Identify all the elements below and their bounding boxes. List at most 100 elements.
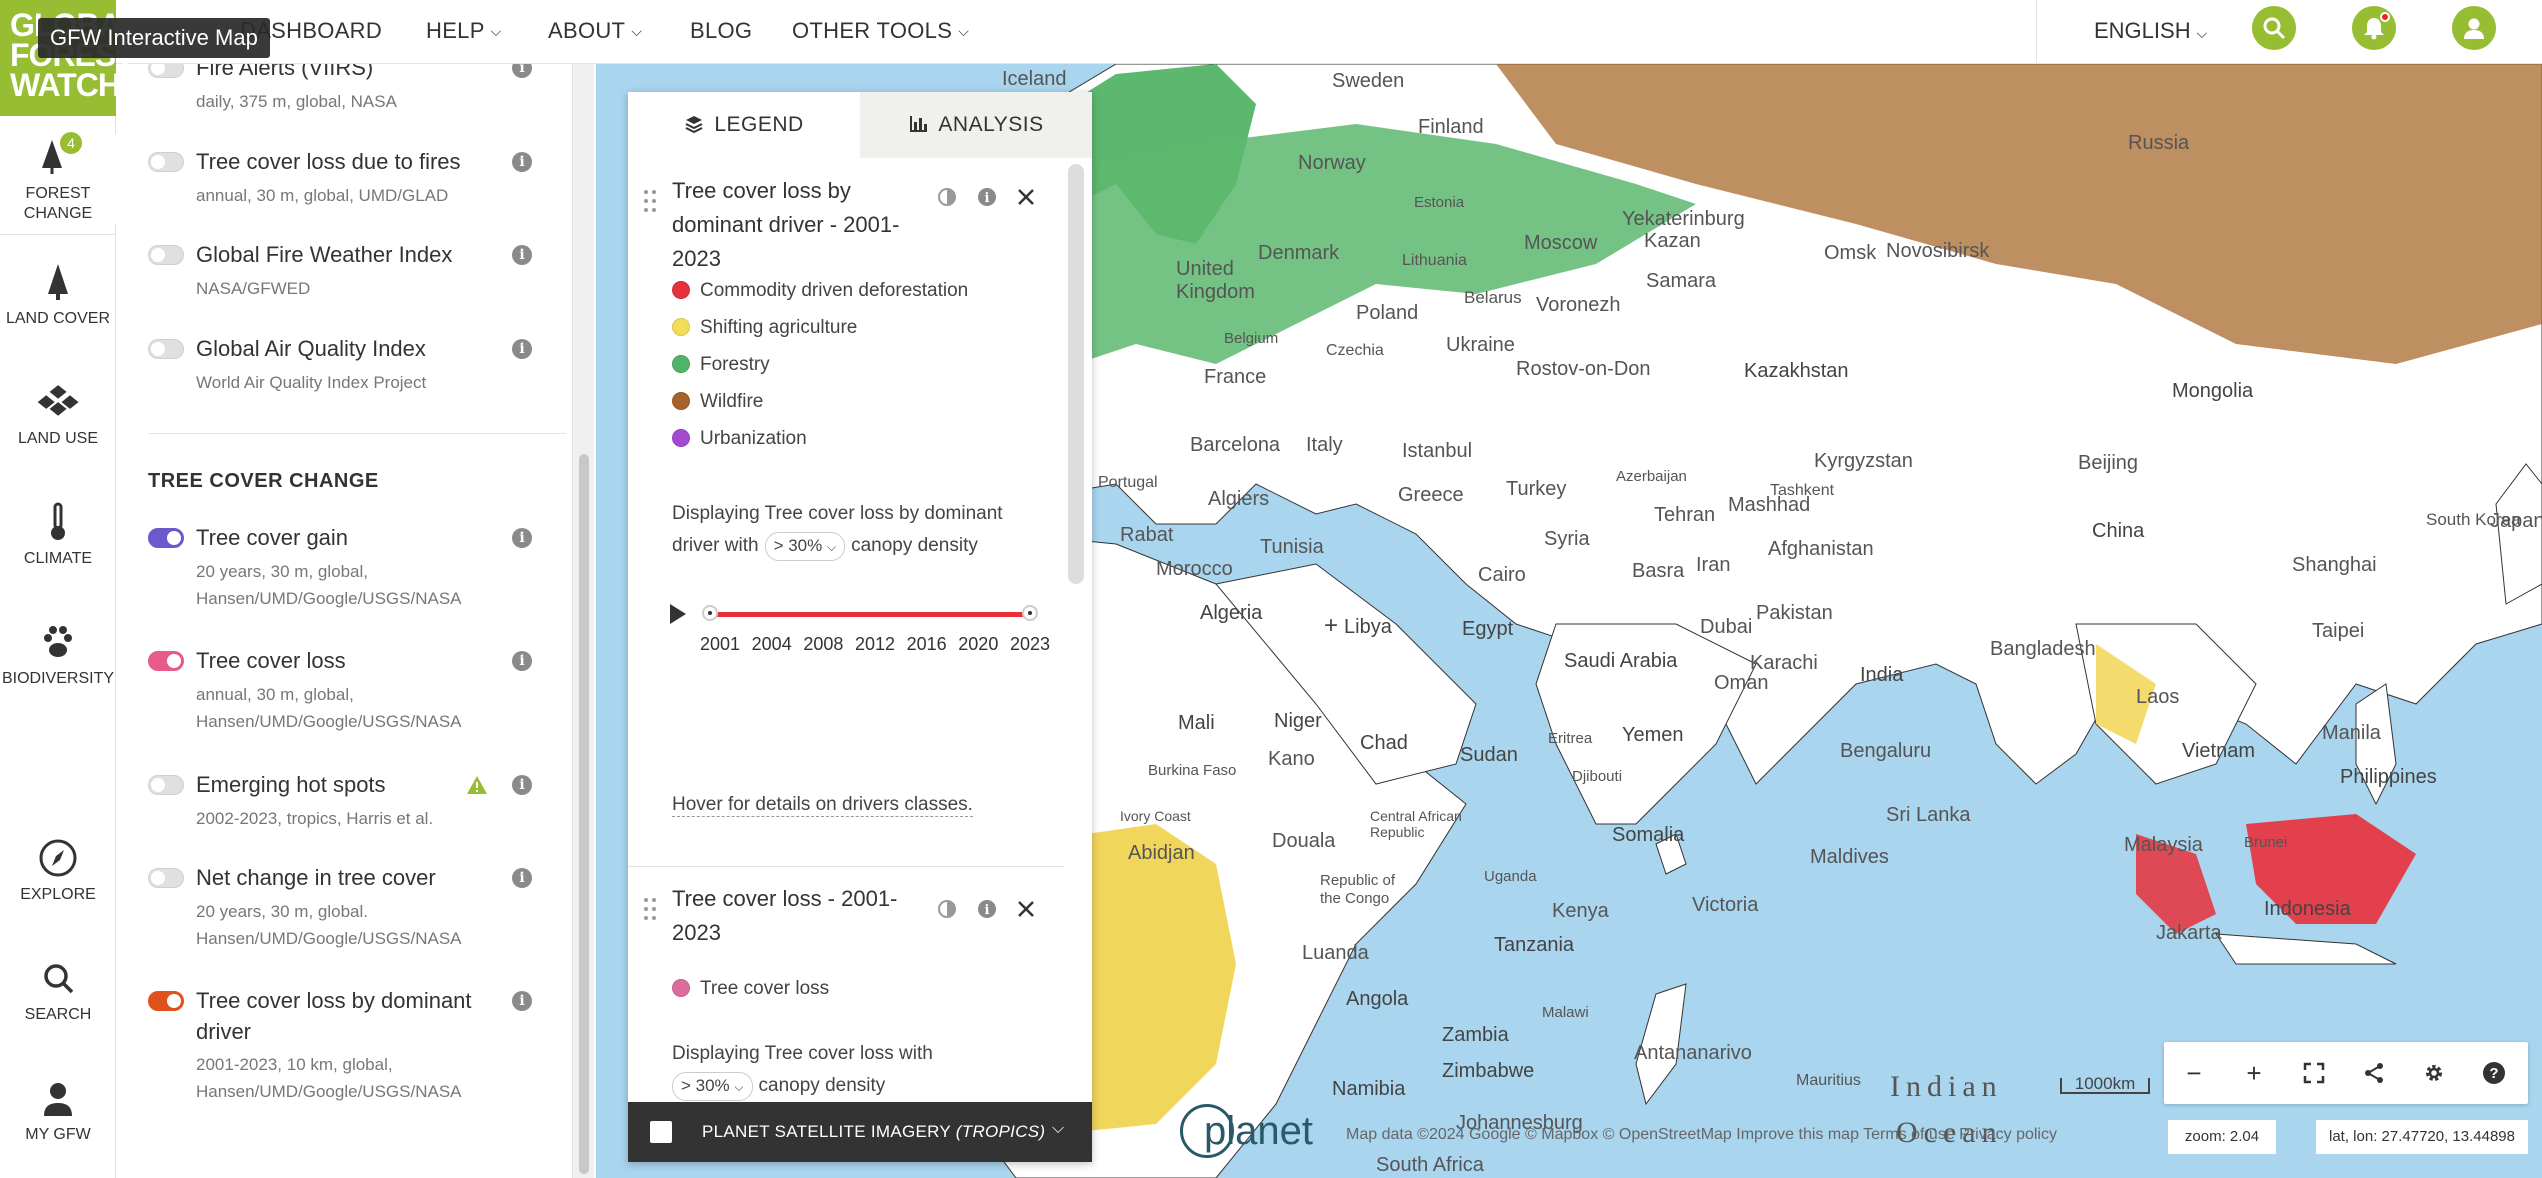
opacity-icon[interactable] (936, 898, 958, 920)
close-icon[interactable] (1016, 187, 1036, 207)
map-label: Eritrea (1548, 730, 1593, 747)
language-selector[interactable]: ENGLISH ⌵ (2094, 18, 2207, 44)
attribution-links[interactable]: © Mapbox © OpenStreetMap Improve this ma… (1525, 1126, 2057, 1143)
info-icon[interactable]: i (512, 64, 532, 78)
nav-blog-label: BLOG (690, 18, 753, 43)
menu-my-gfw[interactable]: MY GFW (0, 1076, 116, 1144)
play-icon[interactable] (670, 604, 686, 624)
layer-meta: 2002-2023, tropics, Harris et al. (196, 809, 434, 828)
nav-blog[interactable]: BLOG (690, 18, 752, 44)
map-label: Barcelona (1190, 434, 1281, 456)
notifications-button[interactable] (2352, 6, 2396, 50)
nav-help[interactable]: HELP ⌵ (426, 18, 502, 44)
help-button[interactable]: ? (2464, 1042, 2524, 1104)
chevron-down-icon[interactable]: ⌵ (1052, 1120, 1064, 1138)
map-label: Algiers (1208, 488, 1270, 510)
layer-toggle[interactable] (148, 868, 184, 888)
opacity-icon[interactable] (936, 186, 958, 208)
share-button[interactable] (2344, 1042, 2404, 1104)
info-icon[interactable]: i (512, 991, 532, 1011)
info-icon[interactable]: i (512, 528, 532, 548)
layer-toggle[interactable] (148, 528, 184, 548)
coordinates-display: lat, lon: 27.47720, 13.44898 (2316, 1120, 2528, 1154)
warning-icon[interactable] (466, 775, 488, 795)
zoom-out-button[interactable]: − (2164, 1042, 2224, 1104)
info-icon[interactable]: i (976, 898, 998, 920)
map-label: Manila (2322, 722, 2381, 744)
map-label: Bangladesh (1990, 638, 2096, 660)
nav-other-tools[interactable]: OTHER TOOLS ⌵ (792, 18, 969, 44)
info-icon[interactable]: i (976, 186, 998, 208)
map-attribution[interactable]: Map data ©2024 Google © Mapbox © OpenStr… (1346, 1126, 2057, 1144)
menu-land-use[interactable]: LAND USE (0, 380, 116, 448)
map-label: South Africa (1376, 1154, 1484, 1176)
section-title: TREE COVER CHANGE (148, 470, 379, 492)
info-icon[interactable]: i (512, 339, 532, 359)
info-icon[interactable]: i (512, 775, 532, 795)
map-label: Kyrgyzstan (1814, 450, 1913, 472)
planet-imagery-bar[interactable]: PLANET SATELLITE IMAGERY (TROPICS) ⌵ (628, 1102, 1092, 1162)
zoom-in-button[interactable]: + (2224, 1042, 2284, 1104)
info-icon[interactable]: i (512, 651, 532, 671)
menu-my-gfw-label: MY GFW (25, 1126, 91, 1143)
legend-description-suffix: canopy density (851, 535, 978, 556)
legend-class-label: Tree cover loss (700, 978, 830, 999)
canopy-density-select[interactable]: > 30% ⌵ (764, 532, 846, 561)
timeline-end-handle[interactable] (1022, 605, 1038, 621)
tab-analysis[interactable]: ANALYSIS (860, 92, 1092, 158)
timeline-slider[interactable]: 2001 2004 2008 2012 2016 2020 2023 (670, 598, 1050, 658)
map-label: Mali (1178, 712, 1215, 734)
menu-explore[interactable]: EXPLORE (0, 836, 116, 904)
timeline-track[interactable] (710, 612, 1030, 617)
layer-meta: 20 years, 30 m, global. Hansen/UMD/Googl… (196, 902, 462, 948)
layer-toggle[interactable] (148, 152, 184, 172)
tab-legend[interactable]: LEGEND (628, 92, 860, 158)
map-label: Poland (1356, 302, 1419, 324)
search-button[interactable] (2252, 6, 2296, 50)
legend-scrollbar[interactable] (1068, 164, 1084, 584)
layer-toggle[interactable] (148, 245, 184, 265)
menu-climate[interactable]: CLIMATE (0, 500, 116, 568)
menu-biodiversity-label: BIODIVERSITY (1, 670, 115, 687)
map-label: Belarus (1464, 288, 1522, 307)
timeline-start-handle[interactable] (702, 605, 718, 621)
panel-scrollbar[interactable] (572, 64, 594, 1178)
account-button[interactable] (2452, 6, 2496, 50)
layer-toggle[interactable] (148, 651, 184, 671)
hover-details-link[interactable]: Hover for details on drivers classes. (672, 794, 973, 817)
drag-handle-icon[interactable] (642, 896, 658, 922)
info-icon[interactable]: i (512, 152, 532, 172)
info-icon[interactable]: i (512, 868, 532, 888)
menu-land-cover[interactable]: LAND COVER (0, 260, 116, 328)
legend-class-row: Wildfire (672, 391, 763, 417)
drag-handle-icon[interactable] (642, 188, 658, 214)
map-label: Istanbul (1402, 440, 1473, 462)
fullscreen-button[interactable] (2284, 1042, 2344, 1104)
layer-toggle[interactable] (148, 775, 184, 795)
legend-class-label: Shifting agriculture (700, 317, 858, 338)
map-label: Luanda (1302, 942, 1369, 964)
settings-button[interactable] (2404, 1042, 2464, 1104)
nav-about[interactable]: ABOUT ⌵ (548, 18, 642, 44)
legend-divider (628, 866, 1064, 867)
map-label: Mongolia (2172, 380, 2254, 402)
info-icon[interactable]: i (512, 245, 532, 265)
logo-tooltip: GFW Interactive Map (38, 18, 270, 58)
layer-name: Tree cover gain (196, 525, 349, 550)
menu-forest-change[interactable]: 4 FOREST CHANGE (0, 132, 116, 224)
layer-toggle[interactable] (148, 64, 184, 78)
scroll-thumb[interactable] (579, 454, 589, 1174)
map-label: Voronezh (1536, 294, 1621, 316)
map-label: Uganda (1484, 868, 1537, 885)
close-icon[interactable] (1016, 899, 1036, 919)
layer-toggle[interactable] (148, 339, 184, 359)
menu-biodiversity[interactable]: BIODIVERSITY (0, 620, 116, 688)
legend-body: Tree cover loss by dominant driver - 200… (628, 158, 1064, 1162)
menu-search[interactable]: SEARCH (0, 956, 116, 1024)
map-label: China (2092, 520, 2145, 542)
planet-imagery-checkbox[interactable] (650, 1121, 672, 1143)
layer-name: Tree cover loss by dominant driver (196, 988, 472, 1044)
layer-name: Tree cover loss due to fires (196, 149, 461, 174)
canopy-density-select[interactable]: > 30% ⌵ (672, 1072, 753, 1101)
layer-toggle[interactable] (148, 991, 184, 1011)
